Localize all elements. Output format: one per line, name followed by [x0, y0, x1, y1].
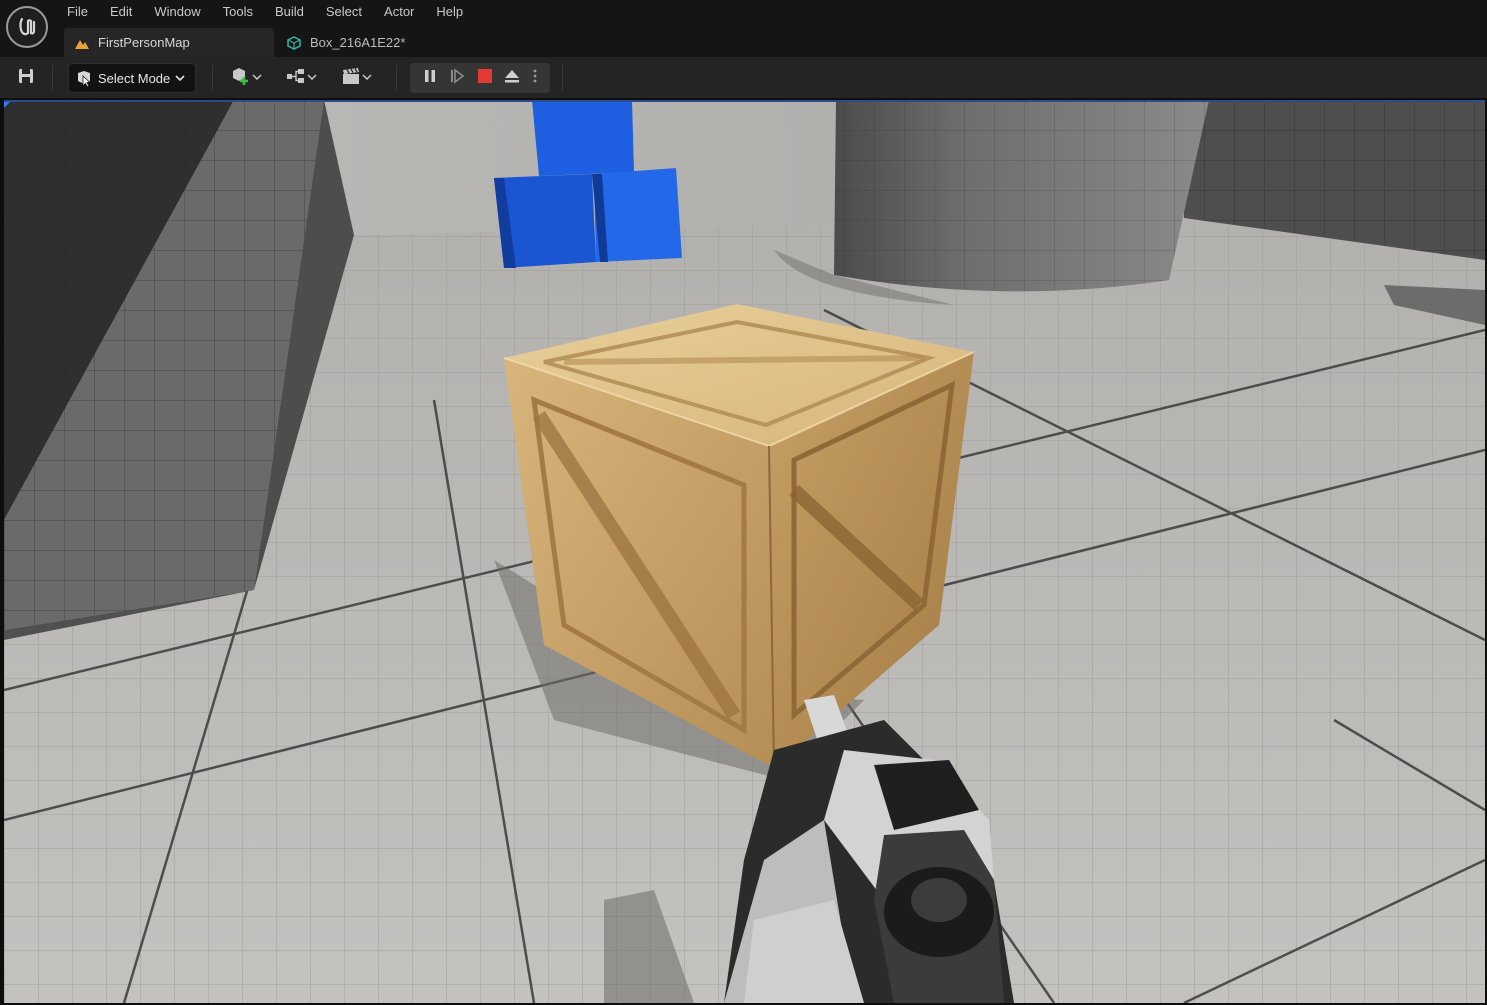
document-tabs: FirstPersonMap Box_216A1E22*	[64, 28, 415, 57]
toolbar-separator	[52, 65, 53, 91]
clapperboard-icon	[340, 65, 362, 92]
toolbar-separator	[396, 65, 397, 91]
static-mesh-icon	[286, 35, 302, 51]
chevron-down-icon	[362, 69, 372, 87]
stop-icon	[477, 68, 493, 89]
title-bar: File Edit Window Tools Build Select Acto…	[0, 0, 1487, 57]
level-icon	[74, 35, 90, 51]
tab-box-mesh[interactable]: Box_216A1E22*	[274, 28, 415, 57]
tab-first-person-map[interactable]: FirstPersonMap	[64, 28, 274, 57]
eject-icon	[503, 67, 521, 90]
menu-build[interactable]: Build	[264, 0, 315, 24]
blueprint-icon	[285, 65, 307, 92]
add-actor-dropdown[interactable]	[226, 63, 266, 93]
eject-button[interactable]	[499, 63, 527, 93]
toolbar-separator	[562, 65, 563, 91]
menu-window[interactable]: Window	[143, 0, 211, 24]
menu-tools[interactable]: Tools	[212, 0, 264, 24]
save-button[interactable]	[12, 63, 40, 93]
menu-edit[interactable]: Edit	[99, 0, 143, 24]
tab-label: FirstPersonMap	[98, 35, 190, 50]
menu-help[interactable]: Help	[425, 0, 474, 24]
select-mode-label: Select Mode	[98, 70, 171, 86]
menu-file[interactable]: File	[56, 0, 99, 24]
level-viewport[interactable]	[4, 100, 1485, 1003]
play-controls	[410, 63, 550, 93]
viewport-focus-border	[4, 100, 1485, 102]
chevron-down-icon	[307, 69, 317, 87]
unreal-logo-icon[interactable]	[6, 6, 48, 48]
step-forward-icon	[449, 67, 465, 89]
chevron-down-icon	[175, 73, 185, 83]
select-mode-icon	[75, 69, 93, 87]
save-icon	[17, 67, 35, 90]
blueprint-dropdown[interactable]	[281, 63, 321, 93]
game-scene	[4, 100, 1485, 1003]
chevron-down-icon	[252, 69, 262, 87]
menu-actor[interactable]: Actor	[373, 0, 425, 24]
more-options-icon	[532, 68, 538, 89]
main-toolbar: Select Mode	[0, 57, 1487, 99]
add-actor-icon	[230, 65, 252, 92]
select-mode-dropdown[interactable]: Select Mode	[68, 63, 196, 93]
menu-bar: File Edit Window Tools Build Select Acto…	[56, 0, 474, 24]
pause-icon	[422, 68, 438, 89]
play-options-button[interactable]	[526, 63, 544, 93]
frame-skip-button[interactable]	[444, 63, 472, 93]
toolbar-separator	[212, 65, 213, 91]
pause-button[interactable]	[416, 63, 444, 93]
cinematics-dropdown[interactable]	[336, 63, 376, 93]
tab-label: Box_216A1E22*	[310, 35, 406, 50]
unreal-logo-glyph	[19, 17, 36, 36]
menu-select[interactable]: Select	[315, 0, 373, 24]
stop-button[interactable]	[471, 63, 499, 93]
